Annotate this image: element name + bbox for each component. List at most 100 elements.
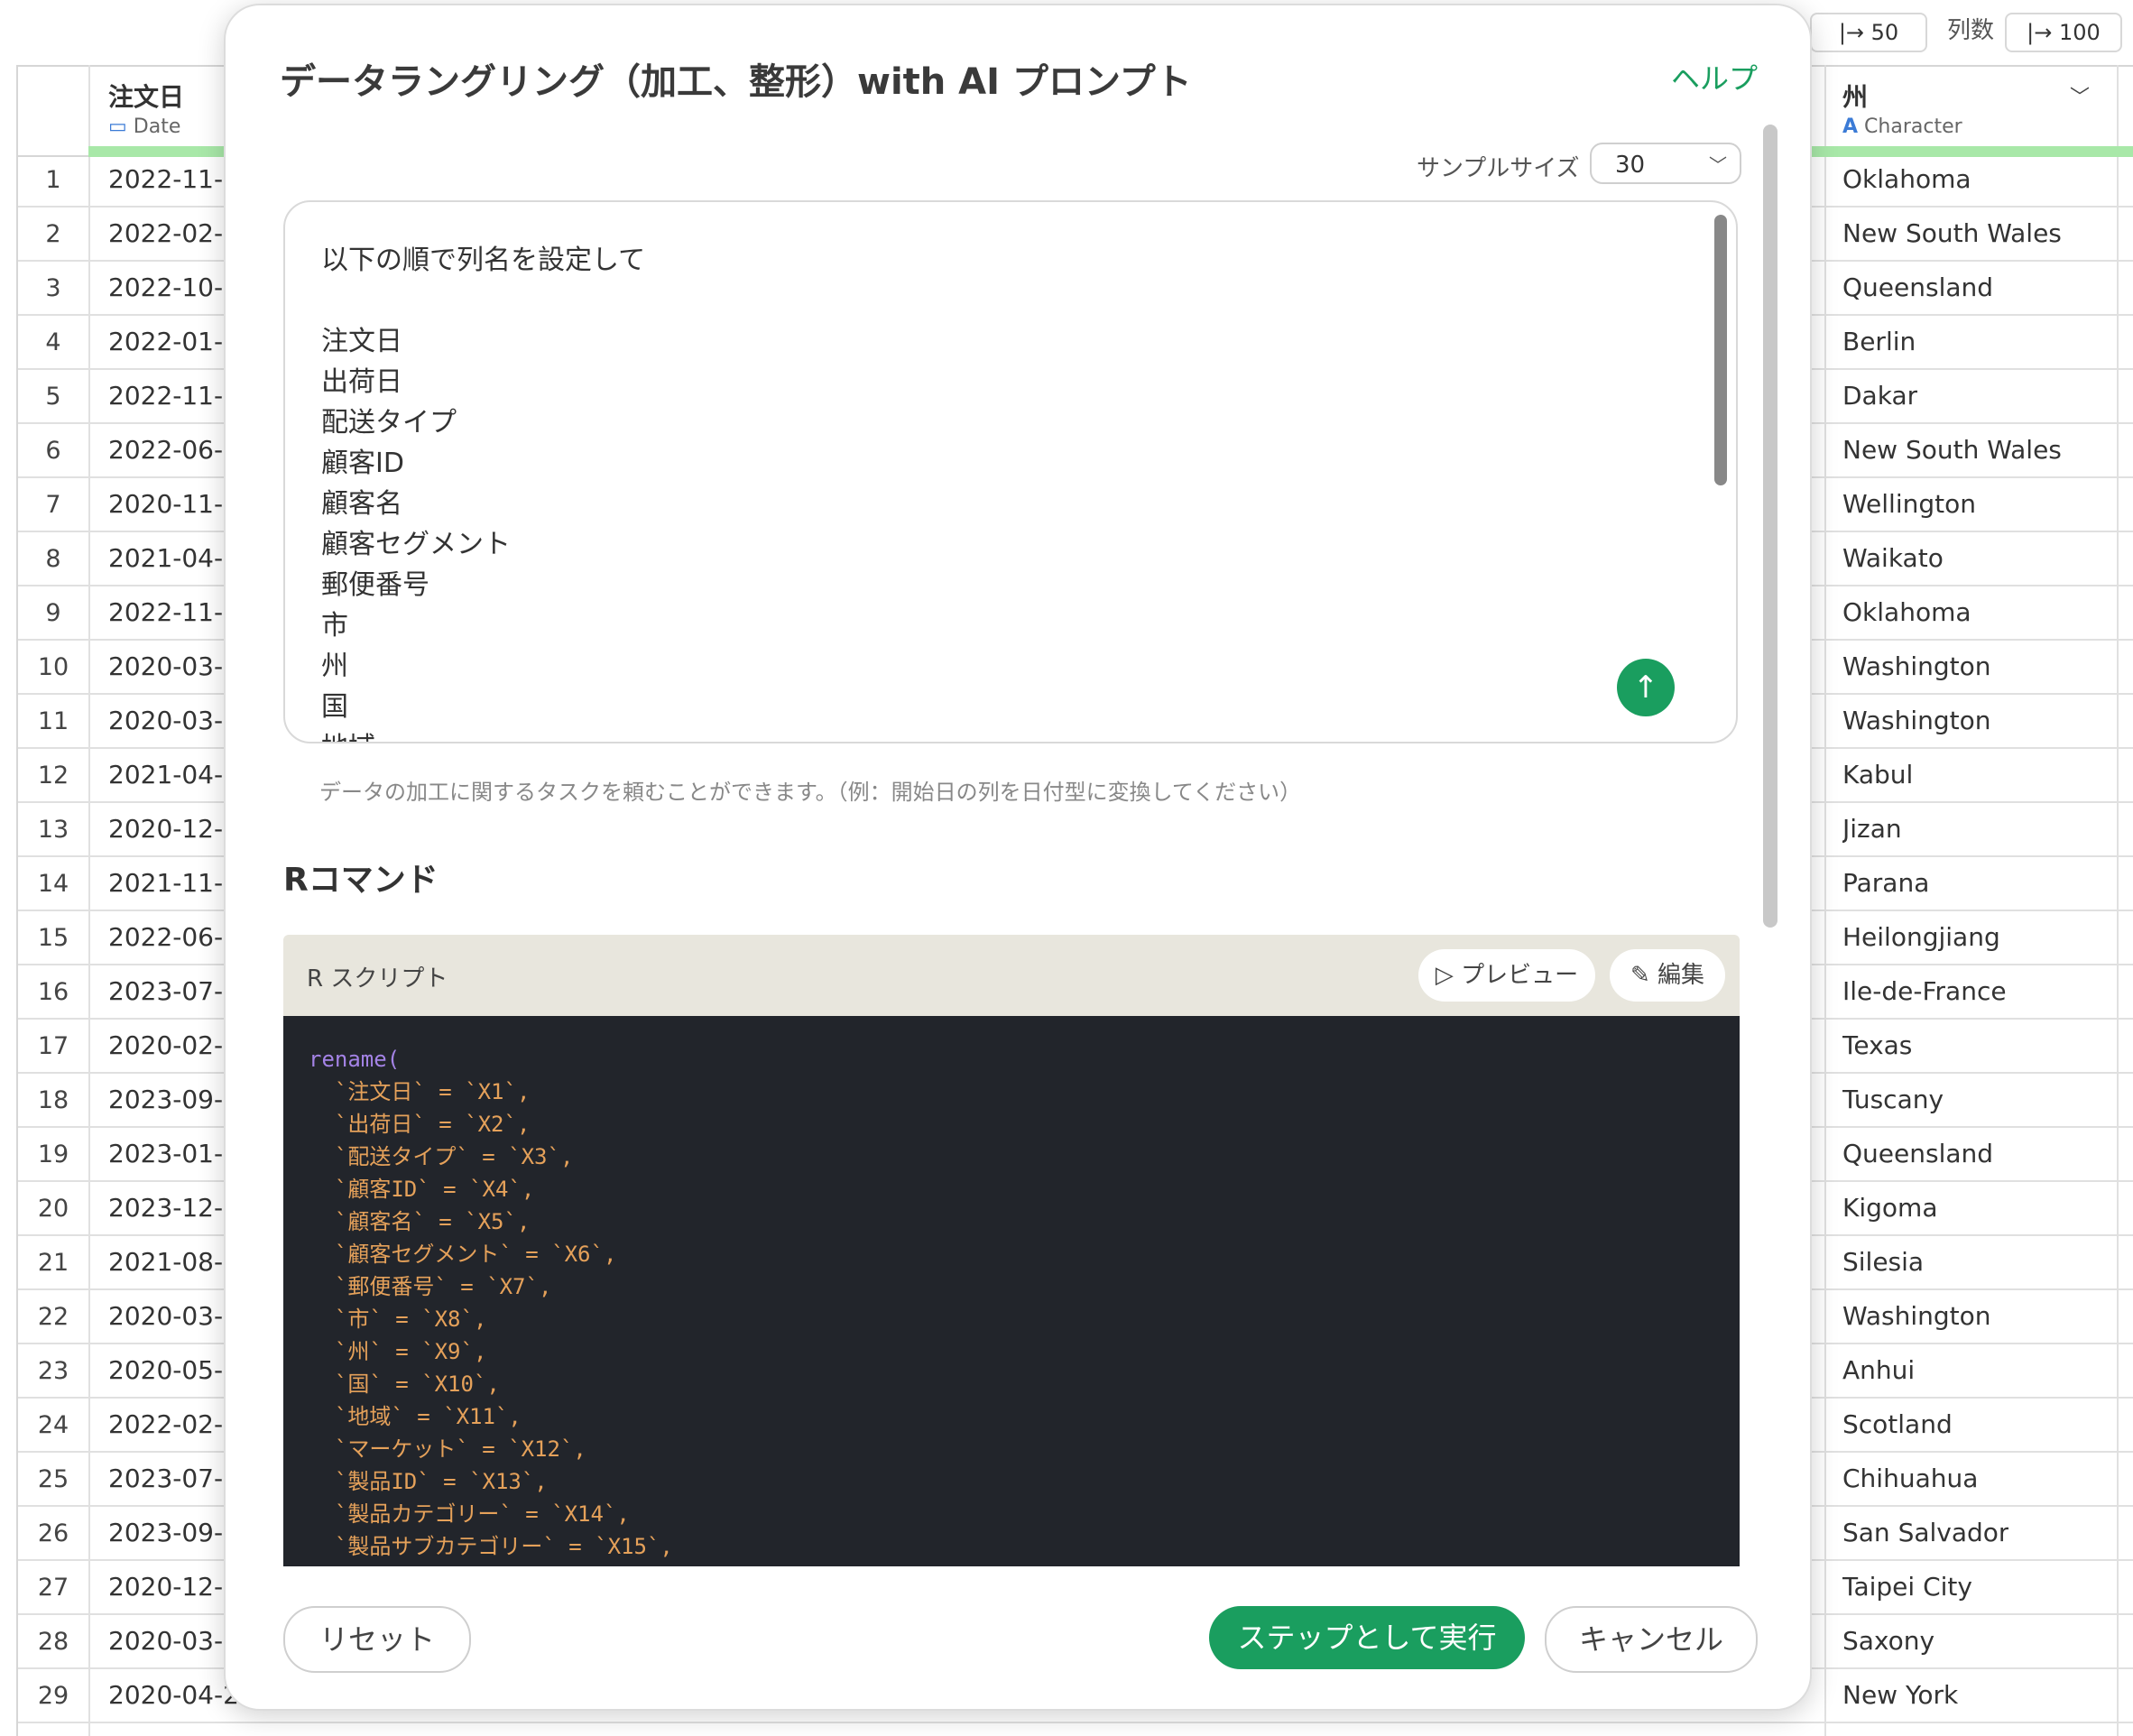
date-cell[interactable]: 2020-11-0 [108, 489, 239, 519]
row-number: 3 [45, 274, 61, 302]
date-cell[interactable]: 2022-02-2 [108, 1409, 239, 1439]
date-cell[interactable]: 2022-11-1 [108, 164, 239, 194]
state-cell[interactable]: Washington [1842, 651, 1991, 681]
state-cell[interactable]: Texas [1842, 1030, 1912, 1060]
date-cell[interactable]: 2022-06-2 [108, 435, 239, 465]
send-prompt-button[interactable]: ↑ [1617, 659, 1675, 716]
reset-button[interactable]: リセット [283, 1606, 471, 1673]
code-line: `製品カテゴリー` = `X14`, [309, 1501, 630, 1527]
sample-size-select[interactable]: 30 ﹀ [1590, 143, 1741, 184]
state-cell[interactable]: Tuscany [1842, 1085, 1944, 1114]
dialog-scrollbar[interactable] [1763, 125, 1778, 928]
row-number: 10 [37, 653, 69, 681]
textarea-scrollbar[interactable] [1714, 215, 1727, 485]
date-cell[interactable]: 2022-01-2 [108, 327, 239, 356]
date-cell[interactable]: 2021-11-1 [108, 868, 239, 898]
row-number: 15 [37, 924, 69, 952]
state-cell[interactable]: Silesia [1842, 1247, 1924, 1277]
state-cell[interactable]: New South Wales [1842, 435, 2062, 465]
row-number: 25 [37, 1465, 69, 1493]
state-cell[interactable]: Berlin [1842, 327, 1916, 356]
date-cell[interactable]: 2020-03-0 [108, 1301, 239, 1331]
row-number: 6 [45, 437, 61, 465]
state-cell[interactable]: Anhui [1842, 1355, 1915, 1385]
code-line: `市` = `X8`, [309, 1307, 487, 1332]
date-cell[interactable]: 2020-12-1 [108, 1572, 239, 1602]
date-cell[interactable]: 2022-02-0 [108, 218, 239, 248]
date-cell[interactable]: 2023-09-0 [108, 1085, 239, 1114]
date-cell[interactable]: 2020-03-0 [108, 706, 239, 735]
cols-count-button[interactable]: |→ 100 [2005, 13, 2122, 52]
column-header-order-date[interactable]: 注文日 [108, 78, 184, 114]
state-cell[interactable]: Waikato [1842, 543, 1944, 573]
state-cell[interactable]: Parana [1842, 868, 1929, 898]
rows-count-button[interactable]: |→ 50 [1810, 13, 1927, 52]
state-cell[interactable]: Washington [1842, 1301, 1991, 1331]
state-cell[interactable]: Saxony [1842, 1626, 1934, 1656]
state-cell[interactable]: Oklahoma [1842, 164, 1971, 194]
state-cell[interactable]: Heilongjiang [1842, 922, 2000, 952]
character-type-icon: A [1842, 115, 1859, 138]
column-quality-bar [1808, 146, 2133, 157]
prompt-text[interactable]: 以下の順で列名を設定して 注文日 出荷日 配送タイプ 顧客ID 顧客名 顧客セグ… [321, 240, 645, 742]
cancel-button[interactable]: キャンセル [1545, 1606, 1758, 1673]
code-line: `配送タイプ` = `X3`, [309, 1144, 574, 1169]
date-cell[interactable]: 2020-05-0 [108, 1355, 239, 1385]
help-link[interactable]: ヘルプ [1671, 56, 1758, 97]
state-cell[interactable]: Ile-de-France [1842, 976, 2007, 1006]
state-cell[interactable]: New York [1842, 1680, 1958, 1710]
date-cell[interactable]: 2021-04-1 [108, 760, 239, 790]
state-cell[interactable]: San Salvador [1842, 1518, 2008, 1547]
state-cell[interactable]: Oklahoma [1842, 597, 1971, 627]
date-cell[interactable]: 2022-11-1 [108, 597, 239, 627]
state-cell[interactable]: New South Wales [1842, 218, 2062, 248]
row-number: 29 [37, 1682, 69, 1710]
code-function: rename( [309, 1047, 401, 1072]
state-cell[interactable]: Kabul [1842, 760, 1913, 790]
state-cell[interactable]: Scotland [1842, 1409, 1953, 1439]
edit-button[interactable]: ✎ 編集 [1610, 949, 1725, 1002]
row-number: 16 [37, 978, 69, 1006]
state-cell[interactable]: Wellington [1842, 489, 1976, 519]
prompt-textarea[interactable]: 以下の順で列名を設定して 注文日 出荷日 配送タイプ 顧客ID 顧客名 顧客セグ… [283, 200, 1738, 743]
date-cell[interactable]: 2020-03-0 [108, 651, 239, 681]
state-cell[interactable]: Dakar [1842, 381, 1917, 411]
run-as-step-button[interactable]: ステップとして実行 [1209, 1606, 1525, 1669]
date-cell[interactable]: 2020-03-1 [108, 1626, 239, 1656]
row-number: 1 [45, 166, 61, 194]
sample-size-label: サンプルサイズ [1417, 155, 1580, 182]
row-number: 14 [37, 870, 69, 898]
code-line: `注文日` = `X1`, [309, 1079, 531, 1104]
state-cell[interactable]: Washington [1842, 706, 1991, 735]
date-cell[interactable]: 2023-09-0 [108, 1518, 239, 1547]
date-cell[interactable]: 2022-06-0 [108, 922, 239, 952]
date-cell[interactable]: 2023-12-0 [108, 1193, 239, 1223]
date-cell[interactable]: 2022-10-1 [108, 272, 239, 302]
date-cell[interactable]: 2022-11-0 [108, 381, 239, 411]
date-cell[interactable]: 2021-04-1 [108, 543, 239, 573]
date-cell[interactable]: 2020-12-2 [108, 814, 239, 844]
chevron-down-icon[interactable]: ﹀ [2070, 81, 2090, 110]
r-code: rename( `注文日` = `X1`, `出荷日` = `X2`, `配送タ… [309, 1043, 673, 1563]
state-cell[interactable]: Queensland [1842, 1139, 1993, 1168]
state-cell[interactable]: Queensland [1842, 272, 1993, 302]
state-cell[interactable]: Kigoma [1842, 1193, 1937, 1223]
r-command-title: Rコマンド [283, 862, 439, 899]
date-cell[interactable]: 2023-07-3 [108, 976, 239, 1006]
date-cell[interactable]: 2023-01-2 [108, 1139, 239, 1168]
state-cell[interactable]: Taipei City [1842, 1572, 1972, 1602]
date-cell[interactable]: 2021-08-0 [108, 1247, 239, 1277]
state-cell[interactable]: Jizan [1842, 814, 1902, 844]
state-cell[interactable]: Chihuahua [1842, 1464, 1978, 1493]
r-script-header: R スクリプト ▷ プレビュー ✎ 編集 [283, 935, 1740, 1016]
row-number: 21 [37, 1249, 69, 1277]
row-number: 4 [45, 328, 61, 356]
ai-prompt-dialog: データラングリング（加工、整形）with AI プロンプト ヘルプ サンプルサイ… [224, 4, 1812, 1711]
date-cell[interactable]: 2023-07-3 [108, 1464, 239, 1493]
preview-button[interactable]: ▷ プレビュー [1418, 949, 1595, 1002]
column-header-state[interactable]: 州 [1842, 78, 1868, 114]
code-line: `出荷日` = `X2`, [309, 1112, 531, 1137]
r-code-block[interactable]: rename( `注文日` = `X1`, `出荷日` = `X2`, `配送タ… [283, 1016, 1740, 1566]
arrow-up-icon: ↑ [1632, 669, 1659, 706]
date-cell[interactable]: 2020-02-1 [108, 1030, 239, 1060]
